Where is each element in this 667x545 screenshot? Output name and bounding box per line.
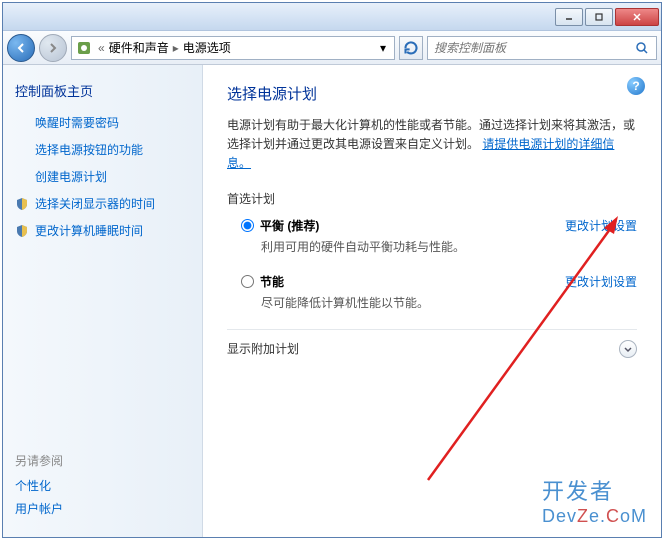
bullet-icon [15, 143, 29, 157]
change-plan-link[interactable]: 更改计划设置 [565, 217, 637, 234]
expand-button[interactable] [619, 340, 637, 358]
power-plan-saver: 节能 更改计划设置 尽可能降低计算机性能以节能。 [241, 273, 637, 311]
minimize-button[interactable] [555, 8, 583, 26]
titlebar [3, 3, 661, 31]
change-plan-link[interactable]: 更改计划设置 [565, 273, 637, 290]
sidebar-item-label: 选择关闭显示器的时间 [35, 195, 155, 212]
forward-button[interactable] [39, 34, 67, 62]
plan-description: 尽可能降低计算机性能以节能。 [261, 294, 637, 311]
sidebar-item-label: 唤醒时需要密码 [35, 114, 119, 131]
plan-description: 利用可用的硬件自动平衡功耗与性能。 [261, 238, 637, 255]
sidebar-item-power-button[interactable]: 选择电源按钮的功能 [15, 141, 190, 158]
additional-plans-row: 显示附加计划 [227, 329, 637, 358]
chevron-right-icon: ▸ [171, 41, 181, 55]
user-accounts-link[interactable]: 用户帐户 [15, 500, 63, 517]
sidebar-item-create-plan[interactable]: 创建电源计划 [15, 168, 190, 185]
sidebar-item-label: 创建电源计划 [35, 168, 107, 185]
sidebar-bottom: 另请参阅 个性化 用户帐户 [15, 452, 63, 523]
breadcrumb-hardware[interactable]: 硬件和声音 [107, 39, 171, 56]
search-icon[interactable] [634, 40, 650, 56]
maximize-button[interactable] [585, 8, 613, 26]
breadcrumb-power[interactable]: 电源选项 [181, 39, 233, 56]
address-dropdown[interactable]: ▾ [376, 41, 390, 55]
see-also-label: 另请参阅 [15, 452, 63, 469]
sidebar-item-label: 更改计算机睡眠时间 [35, 222, 143, 239]
back-button[interactable] [7, 34, 35, 62]
sidebar-item-label: 选择电源按钮的功能 [35, 141, 143, 158]
body: 控制面板主页 唤醒时需要密码 选择电源按钮的功能 创建电源计划 选择关闭显示器的… [3, 65, 661, 537]
preferred-plans-label: 首选计划 [227, 190, 637, 207]
shield-icon [15, 224, 29, 238]
plan-radio-wrap[interactable]: 平衡 (推荐) [241, 217, 319, 234]
additional-plans-label: 显示附加计划 [227, 340, 299, 357]
plan-radio-wrap[interactable]: 节能 [241, 273, 284, 290]
plan-radio[interactable] [241, 275, 254, 288]
shield-icon [15, 197, 29, 211]
bullet-icon [15, 170, 29, 184]
plan-name: 节能 [260, 273, 284, 290]
shield-icon [15, 116, 29, 130]
chevron-down-icon [623, 344, 633, 354]
refresh-button[interactable] [399, 36, 423, 60]
help-icon[interactable]: ? [627, 77, 645, 95]
address-bar[interactable]: « 硬件和声音 ▸ 电源选项 ▾ [71, 36, 395, 60]
control-panel-window: « 硬件和声音 ▸ 电源选项 ▾ 控制面板主页 唤醒时需要密码 选择电源按钮的功… [2, 2, 662, 538]
sidebar-item-password[interactable]: 唤醒时需要密码 [15, 114, 190, 131]
power-plan-balanced: 平衡 (推荐) 更改计划设置 利用可用的硬件自动平衡功耗与性能。 [241, 217, 637, 255]
sidebar: 控制面板主页 唤醒时需要密码 选择电源按钮的功能 创建电源计划 选择关闭显示器的… [3, 65, 203, 537]
personalization-link[interactable]: 个性化 [15, 477, 63, 494]
main-content: ? 选择电源计划 电源计划有助于最大化计算机的性能或者节能。通过选择计划来将其激… [203, 65, 661, 537]
control-panel-home-link[interactable]: 控制面板主页 [15, 81, 190, 100]
chevron-right-icon: « [96, 41, 107, 55]
navbar: « 硬件和声音 ▸ 电源选项 ▾ [3, 31, 661, 65]
plan-radio[interactable] [241, 219, 254, 232]
control-panel-icon [76, 40, 92, 56]
page-title: 选择电源计划 [227, 83, 637, 104]
close-button[interactable] [615, 8, 659, 26]
search-input[interactable] [434, 41, 634, 55]
sidebar-item-sleep[interactable]: 更改计算机睡眠时间 [15, 222, 190, 239]
page-description: 电源计划有助于最大化计算机的性能或者节能。通过选择计划来将其激活，或选择计划并通… [227, 116, 637, 174]
search-box[interactable] [427, 36, 657, 60]
sidebar-item-display-off[interactable]: 选择关闭显示器的时间 [15, 195, 190, 212]
plan-name: 平衡 (推荐) [260, 217, 319, 234]
